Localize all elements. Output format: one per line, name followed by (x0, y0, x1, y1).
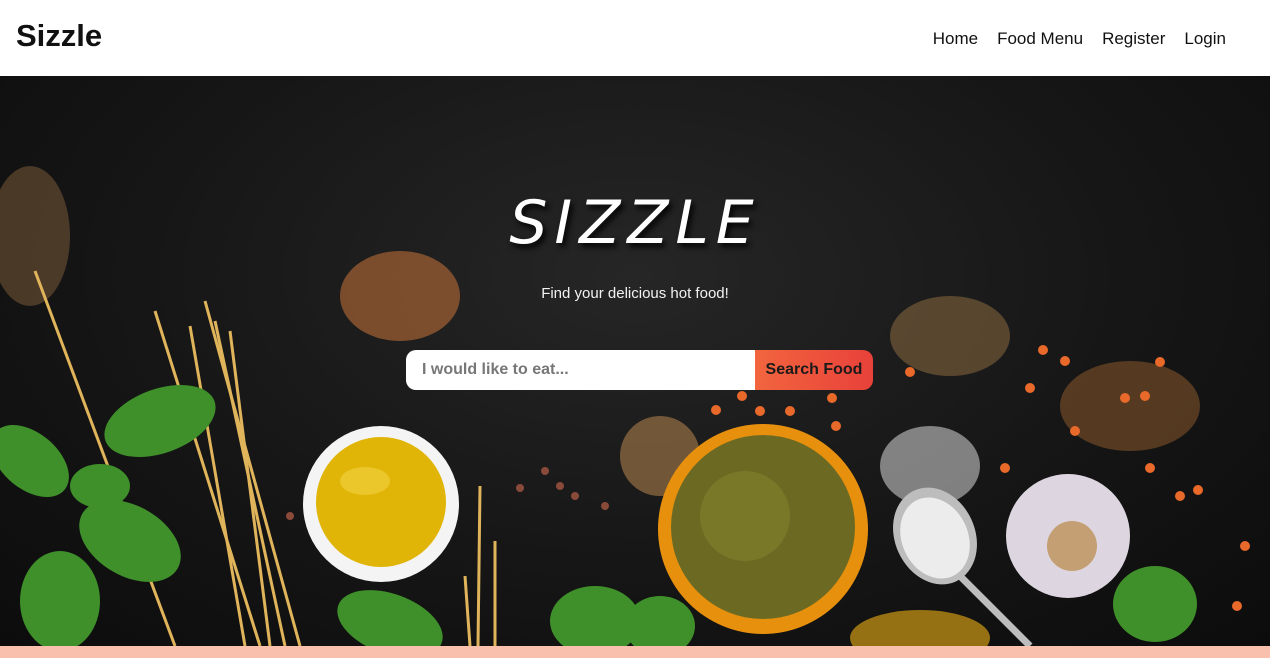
main-nav: Home Food Menu Register Login (933, 29, 1226, 49)
brand-logo[interactable]: Sizzle (16, 18, 102, 54)
nav-login[interactable]: Login (1184, 29, 1226, 49)
next-section-edge (0, 646, 1270, 658)
search-bar: I would like to eat... Search Food (406, 350, 873, 390)
hero-banner: SIZZLE Find your delicious hot food! I w… (0, 76, 1270, 646)
hero-subtitle: Find your delicious hot food! (541, 285, 729, 302)
search-input[interactable]: I would like to eat... (406, 350, 755, 390)
nav-food-menu[interactable]: Food Menu (997, 29, 1083, 49)
nav-home[interactable]: Home (933, 29, 978, 49)
nav-register[interactable]: Register (1102, 29, 1165, 49)
hero-title: SIZZLE (509, 188, 761, 258)
site-header: Sizzle Home Food Menu Register Login (0, 4, 1270, 76)
search-food-button[interactable]: Search Food (755, 350, 873, 390)
